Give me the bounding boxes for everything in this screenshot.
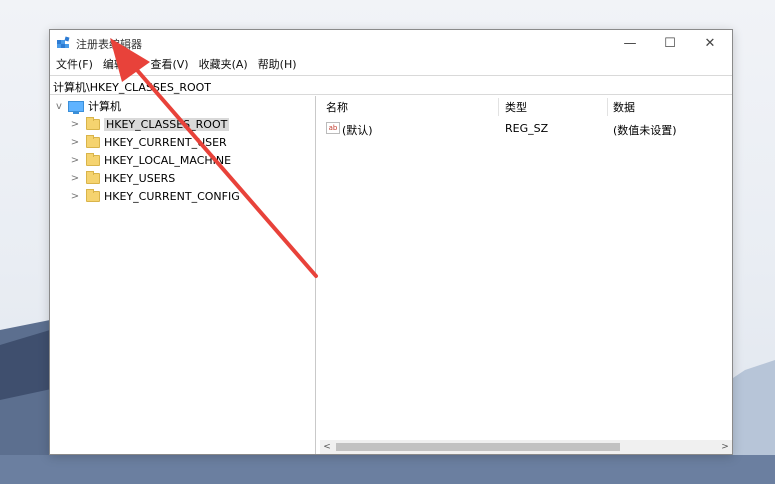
computer-icon [68, 100, 84, 114]
tree-item-hku[interactable]: > HKEY_USERS [70, 169, 175, 187]
chevron-right-icon[interactable]: > [70, 137, 80, 148]
registry-editor-window: 注册表编辑器 — ☐ ✕ 文件(F) 编辑(E) 查看(V) 收藏夹(A) 帮助… [49, 29, 733, 455]
close-button[interactable]: ✕ [690, 30, 730, 56]
tree-item-label: HKEY_CURRENT_CONFIG [104, 189, 240, 203]
tree-pane: v 计算机 > HKEY_CLASSES_ROOT > HKEY_CURRENT… [50, 96, 316, 454]
menu-edit[interactable]: 编辑(E) [103, 56, 141, 74]
chevron-right-icon[interactable]: > [70, 119, 80, 130]
column-divider[interactable] [498, 98, 499, 116]
value-type-cell[interactable]: REG_SZ [505, 122, 548, 135]
scrollbar-thumb[interactable] [336, 443, 620, 451]
column-header-data[interactable]: 数据 [613, 99, 635, 115]
menu-favorites[interactable]: 收藏夹(A) [199, 56, 248, 74]
folder-icon [86, 188, 100, 202]
tree-item-label: HKEY_USERS [104, 171, 176, 185]
folder-icon [86, 152, 100, 166]
tree-item-label: HKEY_CLASSES_ROOT [104, 117, 230, 131]
chevron-right-icon[interactable]: > [70, 155, 80, 166]
address-path: 计算机\HKEY_CLASSES_ROOT [53, 81, 212, 94]
folder-icon [86, 116, 100, 130]
menu-help[interactable]: 帮助(H) [258, 56, 297, 74]
chevron-right-icon[interactable]: > [70, 173, 80, 184]
title-bar[interactable]: 注册表编辑器 — ☐ ✕ [50, 30, 732, 56]
tree-root-computer[interactable]: v 计算机 [54, 97, 121, 115]
minimize-button[interactable]: — [610, 30, 650, 56]
window-title: 注册表编辑器 [76, 38, 142, 51]
registry-app-icon [57, 36, 70, 48]
chevron-down-icon[interactable]: v [54, 101, 64, 112]
tree-item-label: HKEY_CURRENT_USER [104, 135, 227, 149]
tree-root-label: 计算机 [88, 100, 121, 113]
menu-view[interactable]: 查看(V) [150, 56, 188, 74]
chevron-right-icon[interactable]: > [70, 191, 80, 202]
value-data-cell[interactable]: (数值未设置) [613, 122, 677, 138]
string-value-icon: ab [326, 122, 340, 134]
tree-item-hkcu[interactable]: > HKEY_CURRENT_USER [70, 133, 227, 151]
folder-icon [86, 170, 100, 184]
folder-icon [86, 134, 100, 148]
values-pane: 名称 类型 数据 ab (默认) REG_SZ (数值未设置) [320, 96, 732, 454]
menu-file[interactable]: 文件(F) [56, 56, 93, 74]
tree-item-hkcr[interactable]: > HKEY_CLASSES_ROOT [70, 115, 230, 133]
menu-bar: 文件(F) 编辑(E) 查看(V) 收藏夹(A) 帮助(H) [50, 56, 732, 74]
horizontal-scrollbar[interactable]: < > [320, 440, 732, 454]
maximize-button[interactable]: ☐ [650, 30, 690, 56]
tree-item-hkcc[interactable]: > HKEY_CURRENT_CONFIG [70, 187, 240, 205]
column-divider[interactable] [607, 98, 608, 116]
column-header-name[interactable]: 名称 [326, 99, 348, 115]
address-bar[interactable]: 计算机\HKEY_CLASSES_ROOT [50, 75, 732, 95]
column-header-type[interactable]: 类型 [505, 99, 527, 115]
scroll-right-icon[interactable]: > [718, 440, 732, 454]
tree-item-label: HKEY_LOCAL_MACHINE [104, 153, 232, 167]
scroll-left-icon[interactable]: < [320, 440, 334, 454]
tree-item-hklm[interactable]: > HKEY_LOCAL_MACHINE [70, 151, 231, 169]
value-name-cell[interactable]: (默认) [342, 122, 373, 138]
